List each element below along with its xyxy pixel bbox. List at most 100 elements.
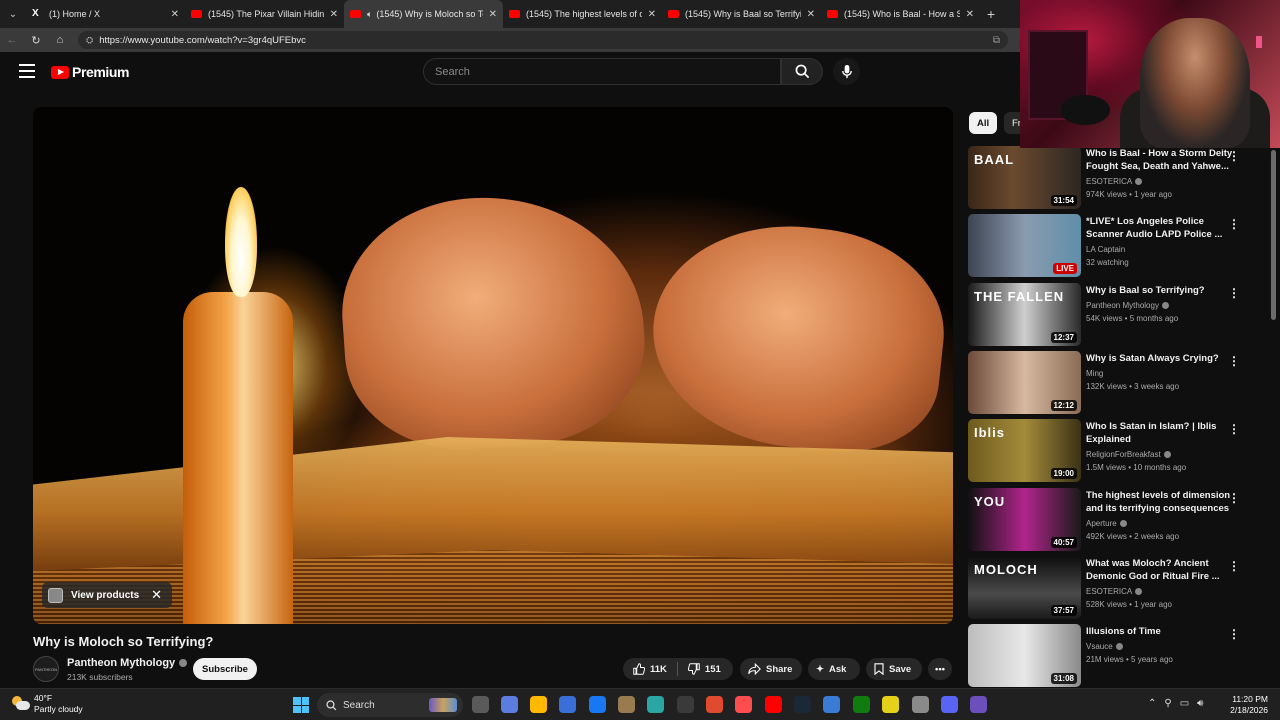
browser-tab-highest-levels[interactable]: (1545) The highest levels of dimen ✕ xyxy=(503,0,662,28)
recommendation-item[interactable]: 12:12 Why is Satan Always Crying? Ming 132K… xyxy=(968,351,1268,417)
recommendation-title[interactable]: Why is Satan Always Crying? xyxy=(1086,353,1242,366)
network-icon[interactable]: ▭ xyxy=(1180,698,1189,709)
recommendation-item[interactable]: LIVE *LIVE* Los Angeles Police Scanner Au… xyxy=(968,214,1268,280)
recommendation-item[interactable]: THE FALLEN 12:37 Why is Baal so Terrifying… xyxy=(968,283,1268,349)
taskbar-app-icon[interactable] xyxy=(589,696,606,713)
new-tab-plus-icon[interactable]: + xyxy=(980,6,1002,22)
taskbar-app-icon[interactable] xyxy=(618,696,635,713)
browser-tab-x-home[interactable]: X (1) Home / X ✕ xyxy=(26,0,185,28)
more-vertical-icon[interactable]: ⋮ xyxy=(1228,627,1240,641)
tab-close-icon[interactable]: ✕ xyxy=(171,9,179,20)
url-field[interactable]: ⛭ https://www.youtube.com/watch?v=3gr4qU… xyxy=(78,31,1008,49)
taskbar-app-icon[interactable] xyxy=(941,696,958,713)
taskbar-app-icon[interactable] xyxy=(912,696,929,713)
recommendation-title[interactable]: What was Moloch? Ancient Demonic God or … xyxy=(1086,558,1242,583)
tab-close-icon[interactable]: ✕ xyxy=(330,9,338,20)
tab-search-chevron-icon[interactable]: ⌄ xyxy=(0,0,26,28)
tab-close-icon[interactable]: ✕ xyxy=(648,9,656,20)
recommendation-channel[interactable]: Pantheon Mythology xyxy=(1086,299,1169,312)
tab-close-icon[interactable]: ✕ xyxy=(966,9,974,20)
taskbar-app-icon[interactable] xyxy=(472,696,489,713)
browser-tab-baal-terrifying[interactable]: (1545) Why is Baal so Terrifying? - ✕ xyxy=(662,0,821,28)
recommendation-item[interactable]: YOU 40:57 The highest levels of dimension … xyxy=(968,488,1268,554)
more-actions-button[interactable]: ••• xyxy=(928,658,952,680)
recommendation-item[interactable]: Iblis 19:00 Who Is Satan in Islam? | Iblis… xyxy=(968,419,1268,485)
like-button[interactable]: 11K xyxy=(623,658,677,680)
recommendation-title[interactable]: *LIVE* Los Angeles Police Scanner Audio … xyxy=(1086,216,1242,241)
recommendation-channel[interactable]: ESOTERICA xyxy=(1086,175,1143,188)
ask-button[interactable]: ✦ Ask xyxy=(808,658,860,680)
video-player[interactable]: View products ✕ xyxy=(33,107,953,624)
recommendation-title[interactable]: Who is Baal - How a Storm Deity Fought S… xyxy=(1086,148,1242,173)
recommendation-channel[interactable]: LA Captain xyxy=(1086,243,1125,256)
more-vertical-icon[interactable]: ⋮ xyxy=(1228,491,1240,505)
taskbar-app-icon[interactable] xyxy=(647,696,664,713)
more-vertical-icon[interactable]: ⋮ xyxy=(1228,422,1240,436)
taskbar-app-icon[interactable] xyxy=(882,696,899,713)
recommendation-channel[interactable]: Ming xyxy=(1086,367,1103,380)
recommendation-title[interactable]: The highest levels of dimension and its … xyxy=(1086,490,1242,515)
youtube-premium-logo[interactable]: Premium xyxy=(51,64,130,80)
site-info-icon[interactable]: ⛭ xyxy=(86,35,93,46)
taskbar-app-icon[interactable] xyxy=(559,696,576,713)
recommendation-item[interactable]: MOLOCH 37:57 What was Moloch? Ancient Demo… xyxy=(968,556,1268,622)
home-icon[interactable]: ⌂ xyxy=(48,34,72,46)
recommendation-channel[interactable]: ESOTERICA xyxy=(1086,585,1143,598)
taskbar-app-icon[interactable] xyxy=(823,696,840,713)
search-button[interactable] xyxy=(781,58,823,85)
video-thumbnail[interactable]: YOU 40:57 xyxy=(968,488,1081,551)
tab-close-icon[interactable]: ✕ xyxy=(489,9,497,20)
more-vertical-icon[interactable]: ⋮ xyxy=(1228,286,1240,300)
taskbar-app-icon[interactable] xyxy=(677,696,694,713)
subscribe-button[interactable]: Subscribe xyxy=(193,658,257,680)
taskbar-app-icon[interactable] xyxy=(501,696,518,713)
taskbar-app-icon[interactable] xyxy=(735,696,752,713)
recommendation-channel[interactable]: Vsauce xyxy=(1086,640,1123,653)
recommendation-title[interactable]: Who Is Satan in Islam? | Iblis Explained xyxy=(1086,421,1242,446)
app-available-icon[interactable]: ⧉ xyxy=(993,35,1000,46)
tab-close-icon[interactable]: ✕ xyxy=(807,9,815,20)
video-thumbnail[interactable]: 12:12 xyxy=(968,351,1081,414)
volume-icon[interactable]: 🔊︎ xyxy=(1197,698,1203,709)
recommendation-channel[interactable]: ReligionForBreakfast xyxy=(1086,448,1171,461)
search-input[interactable]: Search xyxy=(423,58,781,85)
browser-tab-who-is-baal[interactable]: (1545) Who is Baal - How a Storm ✕ xyxy=(821,0,980,28)
more-vertical-icon[interactable]: ⋮ xyxy=(1228,149,1240,163)
channel-name[interactable]: Pantheon Mythology xyxy=(67,657,188,669)
taskbar-app-icon[interactable] xyxy=(706,696,723,713)
video-thumbnail[interactable]: BAAL 31:54 xyxy=(968,146,1081,209)
more-vertical-icon[interactable]: ⋮ xyxy=(1228,354,1240,368)
location-icon[interactable]: ⚲ xyxy=(1164,698,1171,709)
voice-search-button[interactable] xyxy=(833,58,860,85)
view-products-button[interactable]: View products ✕ xyxy=(42,582,173,608)
taskbar-app-icon[interactable] xyxy=(765,696,782,713)
taskbar-app-icon[interactable] xyxy=(853,696,870,713)
chevron-up-icon[interactable]: ⌃ xyxy=(1148,698,1156,709)
recommendation-channel[interactable]: Aperture xyxy=(1086,517,1127,530)
clock[interactable]: 11:20 PM 2/18/2026 xyxy=(1218,694,1268,716)
browser-tab-pixar-villain[interactable]: (1545) The Pixar Villain Hiding in A ✕ xyxy=(185,0,344,28)
video-thumbnail[interactable]: THE FALLEN 12:37 xyxy=(968,283,1081,346)
back-arrow-icon[interactable]: ← xyxy=(0,34,24,46)
recommendation-item[interactable]: BAAL 31:54 Who is Baal - How a Storm Deity… xyxy=(968,146,1268,212)
taskbar-app-icon[interactable] xyxy=(970,696,987,713)
more-vertical-icon[interactable]: ⋮ xyxy=(1228,559,1240,573)
save-button[interactable]: Save xyxy=(866,658,922,680)
taskbar-app-icon[interactable] xyxy=(530,696,547,713)
video-thumbnail[interactable]: MOLOCH 37:57 xyxy=(968,556,1081,619)
video-thumbnail[interactable]: 31:08 xyxy=(968,624,1081,687)
chip-all[interactable]: All xyxy=(969,112,998,134)
browser-tab-moloch[interactable]: 🔈︎ (1545) Why is Moloch so Terri ✕ xyxy=(344,0,503,28)
taskbar-app-icon[interactable] xyxy=(794,696,811,713)
reload-icon[interactable]: ↻ xyxy=(24,34,48,47)
taskbar-search[interactable]: Search xyxy=(317,693,463,717)
windows-start-icon[interactable] xyxy=(293,697,309,713)
menu-hamburger-icon[interactable] xyxy=(19,64,35,78)
speaker-icon[interactable]: 🔈︎ xyxy=(367,9,372,20)
recommendation-title[interactable]: Why is Baal so Terrifying? xyxy=(1086,285,1242,298)
video-thumbnail[interactable]: Iblis 19:00 xyxy=(968,419,1081,482)
dislike-button[interactable]: 151 xyxy=(678,658,731,680)
sidebar-scrollbar[interactable] xyxy=(1271,150,1276,320)
close-icon[interactable]: ✕ xyxy=(151,587,162,603)
recommendation-title[interactable]: Illusions of Time xyxy=(1086,626,1242,639)
